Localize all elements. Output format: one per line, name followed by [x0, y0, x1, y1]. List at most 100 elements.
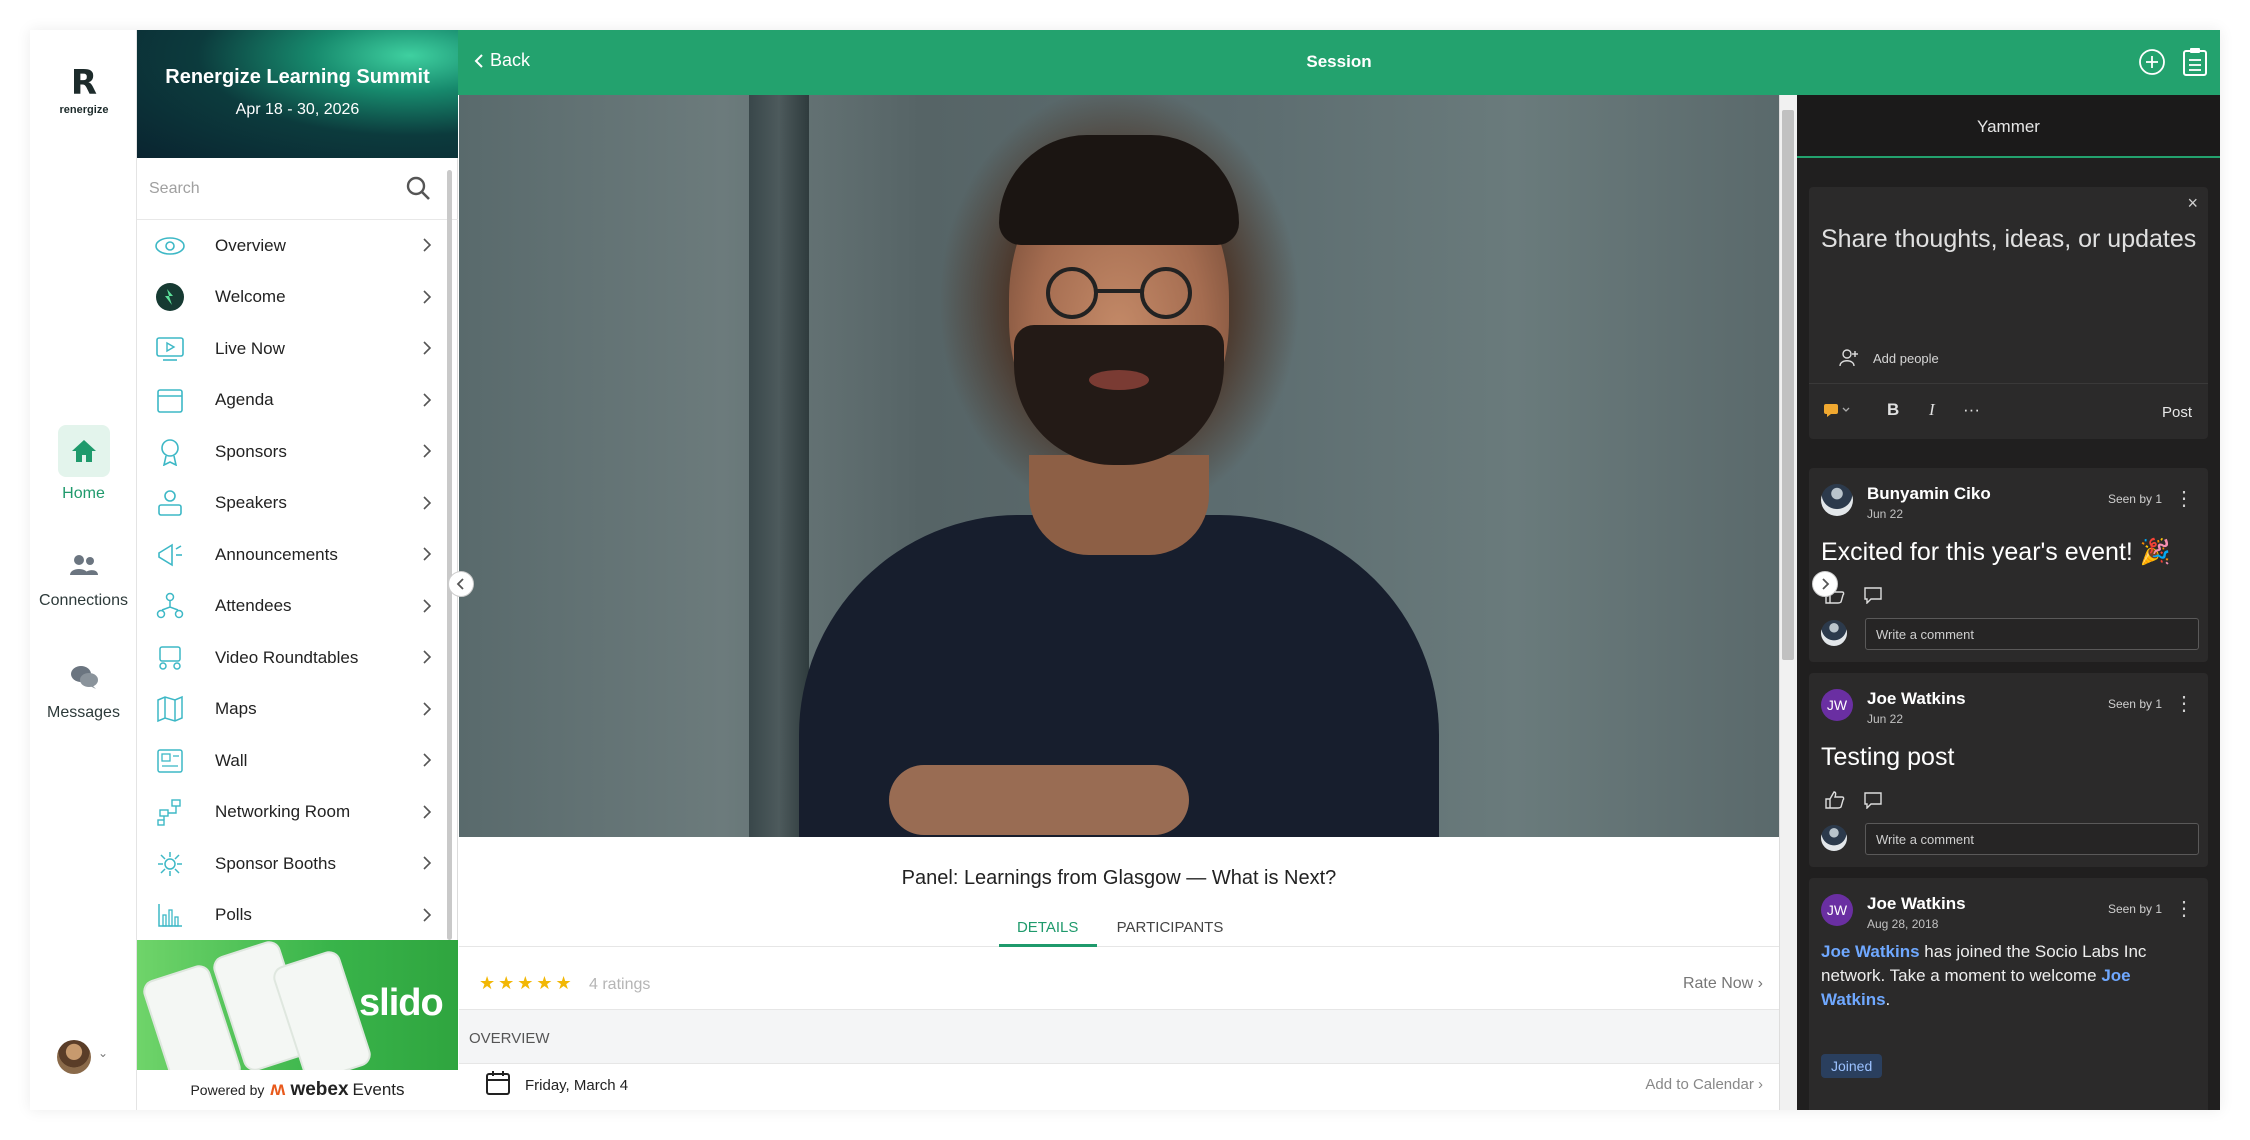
commenter-avatar: [1821, 825, 1847, 851]
seen-count[interactable]: Seen by 1: [2108, 492, 2162, 506]
sidebar-item-label: Speakers: [215, 493, 287, 513]
post-button[interactable]: Post: [2162, 404, 2192, 421]
composer-input[interactable]: Share thoughts, ideas, or updates: [1821, 225, 2196, 254]
speaker-icon: [153, 486, 187, 520]
main-scrollbar-thumb[interactable]: [1782, 110, 1794, 660]
sidebar-item-polls[interactable]: Polls: [137, 890, 442, 942]
chevron-down-icon[interactable]: ⌄: [98, 1046, 108, 1060]
comment-input[interactable]: [1865, 618, 2199, 650]
sidebar-item-sponsor-booths[interactable]: Sponsor Booths: [137, 838, 442, 890]
rail-home[interactable]: Home: [30, 425, 137, 503]
comment-icon[interactable]: [1863, 586, 1883, 604]
overview-section-header: OVERVIEW: [459, 1010, 1779, 1064]
author-name[interactable]: Joe Watkins: [1867, 894, 1966, 914]
more-options-button[interactable]: ···: [1963, 400, 1980, 420]
sidebar-item-speakers[interactable]: Speakers: [137, 478, 442, 530]
author-avatar[interactable]: [1821, 484, 1853, 516]
slido-banner-ad[interactable]: slido: [137, 940, 458, 1070]
sidebar-item-maps[interactable]: Maps: [137, 684, 442, 736]
user-link[interactable]: Joe Watkins: [1821, 942, 1920, 961]
sidebar-item-networking-room[interactable]: Networking Room: [137, 787, 442, 839]
sidebar-item-welcome[interactable]: Welcome: [137, 272, 442, 324]
comment-input[interactable]: [1865, 823, 2199, 855]
italic-button[interactable]: I: [1929, 400, 1935, 420]
author-name[interactable]: Joe Watkins: [1867, 689, 1966, 709]
sidebar-item-label: Sponsor Booths: [215, 853, 336, 873]
rating-count: 4 ratings: [589, 976, 651, 993]
more-vertical-icon[interactable]: ⋮: [2174, 691, 2194, 716]
chevron-right-icon: [423, 701, 432, 716]
author-avatar[interactable]: JW: [1821, 689, 1853, 721]
comment-icon[interactable]: [1863, 791, 1883, 809]
renergize-badge-icon: [153, 280, 187, 314]
add-people-button[interactable]: Add people: [1839, 349, 1939, 367]
slido-logo: slido: [359, 982, 444, 1024]
like-icon[interactable]: [1825, 791, 1845, 809]
rail-messages-label: Messages: [47, 704, 120, 721]
chevron-right-icon: [423, 650, 432, 664]
session-details: Panel: Learnings from Glasgow — What is …: [459, 837, 1779, 1110]
sidebar-item-live-now[interactable]: Live Now: [137, 323, 442, 375]
home-icon: [57, 425, 110, 477]
session-video-player[interactable]: [459, 95, 1779, 837]
sidebar-item-attendees[interactable]: Attendees: [137, 581, 442, 633]
sidebar-item-wall[interactable]: Wall: [137, 735, 442, 787]
wall-icon: [153, 744, 187, 778]
trophy-icon: [153, 435, 187, 469]
collapse-right-button[interactable]: [1812, 571, 1838, 597]
event-banner[interactable]: Renergize Learning Summit Apr 18 - 30, 2…: [137, 30, 458, 158]
close-icon[interactable]: ×: [2187, 193, 2198, 214]
people-icon: [58, 550, 110, 580]
sidebar-item-video-roundtables[interactable]: Video Roundtables: [137, 632, 442, 684]
post-type-dropdown[interactable]: [1823, 402, 1851, 423]
more-vertical-icon[interactable]: ⋮: [2174, 486, 2194, 511]
seen-count[interactable]: Seen by 1: [2108, 902, 2162, 916]
speaker-neck: [1029, 455, 1209, 555]
tab-participants[interactable]: PARTICIPANTS: [1101, 907, 1240, 947]
sidebar-item-agenda[interactable]: Agenda: [137, 375, 442, 427]
add-to-calendar-link[interactable]: Add to Calendar ›: [1645, 1076, 1763, 1093]
bold-button[interactable]: B: [1887, 400, 1899, 420]
session-header: Back Session: [458, 30, 2220, 95]
joined-badge: Joined: [1821, 1054, 1883, 1078]
sidebar-item-announcements[interactable]: Announcements: [137, 529, 442, 581]
add-circle-icon[interactable]: [2138, 48, 2166, 76]
page-title: Session: [1306, 52, 1372, 71]
chevron-right-icon: [423, 753, 432, 767]
nav-scrollbar[interactable]: [447, 170, 452, 940]
sidebar-item-overview[interactable]: Overview: [137, 220, 442, 272]
sidebar-item-label: Polls: [215, 905, 252, 925]
sidebar-item-label: Announcements: [215, 544, 338, 564]
speaker-hands: [889, 765, 1189, 835]
chevron-right-icon: ›: [1758, 1076, 1763, 1093]
rate-now-link[interactable]: Rate Now ›: [1683, 975, 1763, 993]
sidebar-item-label: Agenda: [215, 390, 274, 410]
tab-details[interactable]: DETAILS: [998, 907, 1097, 947]
speaker-mouth: [1089, 370, 1149, 390]
author-name[interactable]: Bunyamin Ciko: [1867, 484, 1991, 504]
seen-count[interactable]: Seen by 1: [2108, 697, 2162, 711]
search-icon[interactable]: [405, 175, 431, 201]
post-actions: [1825, 791, 1883, 809]
app-logo[interactable]: R renergize: [54, 66, 114, 116]
search-input[interactable]: [149, 172, 399, 206]
composer-toolbar: B I ··· Post: [1809, 383, 2208, 439]
eye-icon: [153, 229, 187, 263]
star-rating[interactable]: ★★★★★: [479, 973, 575, 994]
post-body: Testing post: [1821, 743, 1955, 771]
notes-icon[interactable]: [2182, 47, 2208, 77]
yammer-post: Bunyamin Ciko Jun 22 Seen by 1 ⋮ Excited…: [1809, 468, 2208, 662]
yammer-panel: Yammer × Share thoughts, ideas, or updat…: [1797, 95, 2220, 1110]
more-vertical-icon[interactable]: ⋮: [2174, 896, 2194, 921]
navigation-panel: Renergize Learning Summit Apr 18 - 30, 2…: [137, 30, 458, 1110]
yammer-post: JW Joe Watkins Aug 28, 2018 Seen by 1 ⋮ …: [1809, 878, 2208, 1110]
rail-connections[interactable]: Connections: [30, 550, 137, 610]
user-avatar[interactable]: [57, 1040, 91, 1074]
collapse-left-button[interactable]: [448, 571, 474, 597]
session-date-row: Friday, March 4 Add to Calendar ›: [459, 1064, 1779, 1110]
author-avatar[interactable]: JW: [1821, 894, 1853, 926]
sidebar-item-sponsors[interactable]: Sponsors: [137, 426, 442, 478]
booth-icon: [153, 847, 187, 881]
rail-messages[interactable]: Messages: [30, 662, 137, 722]
megaphone-icon: [153, 538, 187, 572]
